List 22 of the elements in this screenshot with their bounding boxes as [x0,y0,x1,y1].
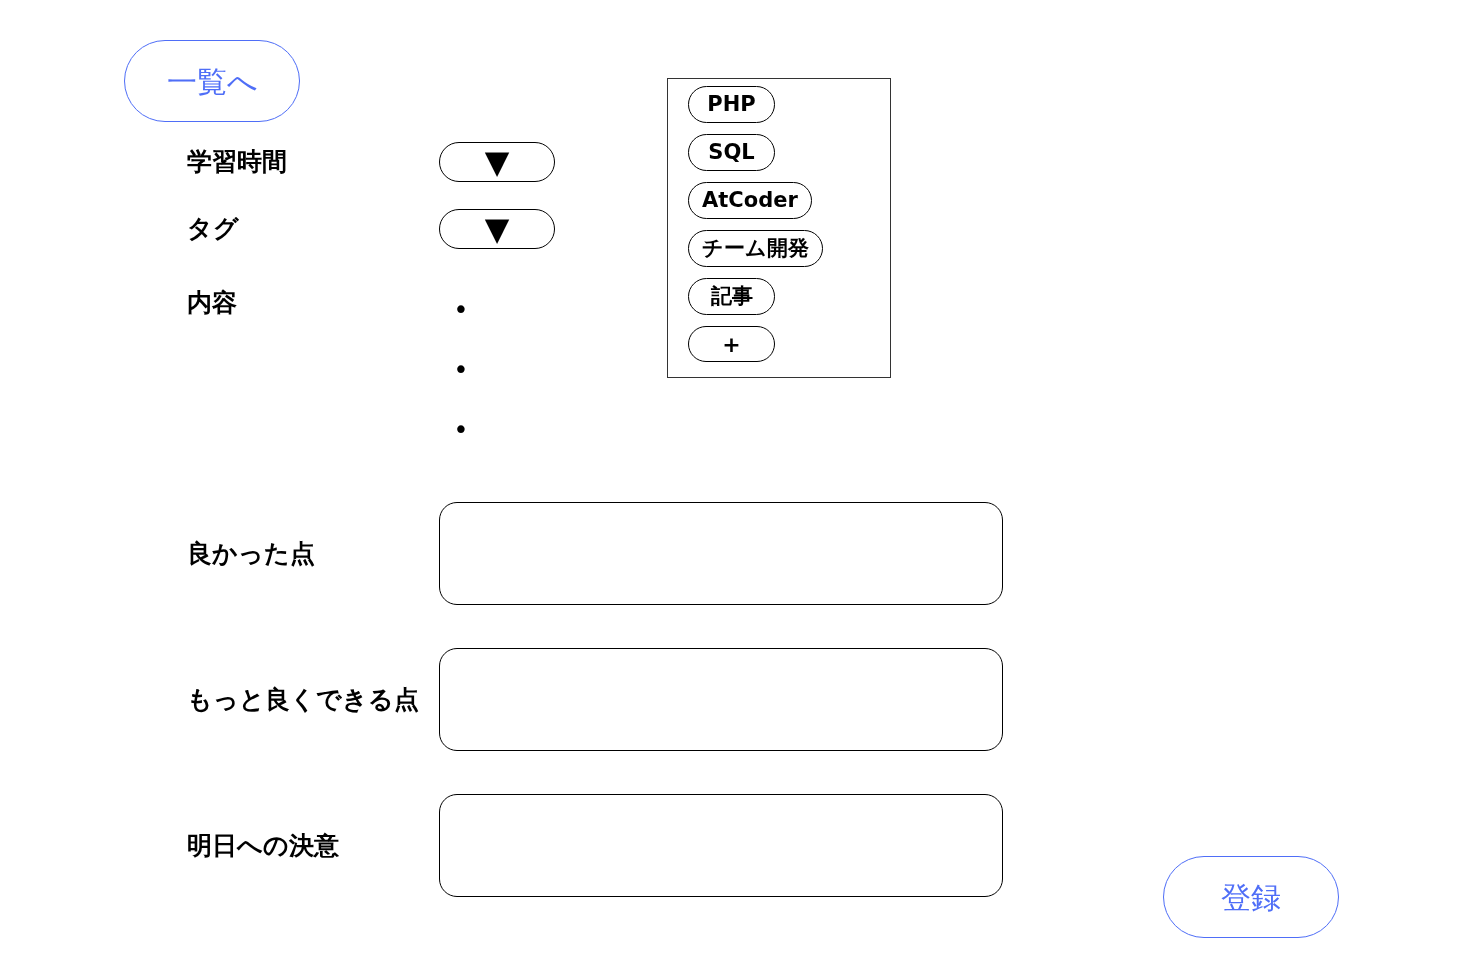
text-area[interactable] [439,648,1003,751]
dropdown-button[interactable]: ▼ [439,209,555,249]
field-label: タグ [187,214,240,244]
submit-button[interactable]: 登録 [1163,856,1339,938]
text-area[interactable] [439,502,1003,605]
field-label: 学習時間 [187,147,288,177]
tag-chip[interactable]: PHP [688,86,775,123]
field-label: 内容 [187,288,238,318]
bullet-point: • [453,297,469,323]
tag-chip[interactable]: AtCoder [688,182,812,219]
tag-chip[interactable]: SQL [688,134,775,171]
field-label: 明日への決意 [187,830,339,861]
back-button[interactable]: 一覧へ [124,40,300,122]
bullet-point: • [453,417,469,443]
text-area[interactable] [439,794,1003,897]
dropdown-button[interactable]: ▼ [439,142,555,182]
add-tag-button[interactable]: + [688,326,775,362]
tag-chip[interactable]: 記事 [688,278,775,315]
field-label: もっと良くできる点 [187,684,419,715]
bullet-point: • [453,357,469,383]
field-label: 良かった点 [187,538,315,569]
tag-chip[interactable]: チーム開発 [688,230,823,267]
